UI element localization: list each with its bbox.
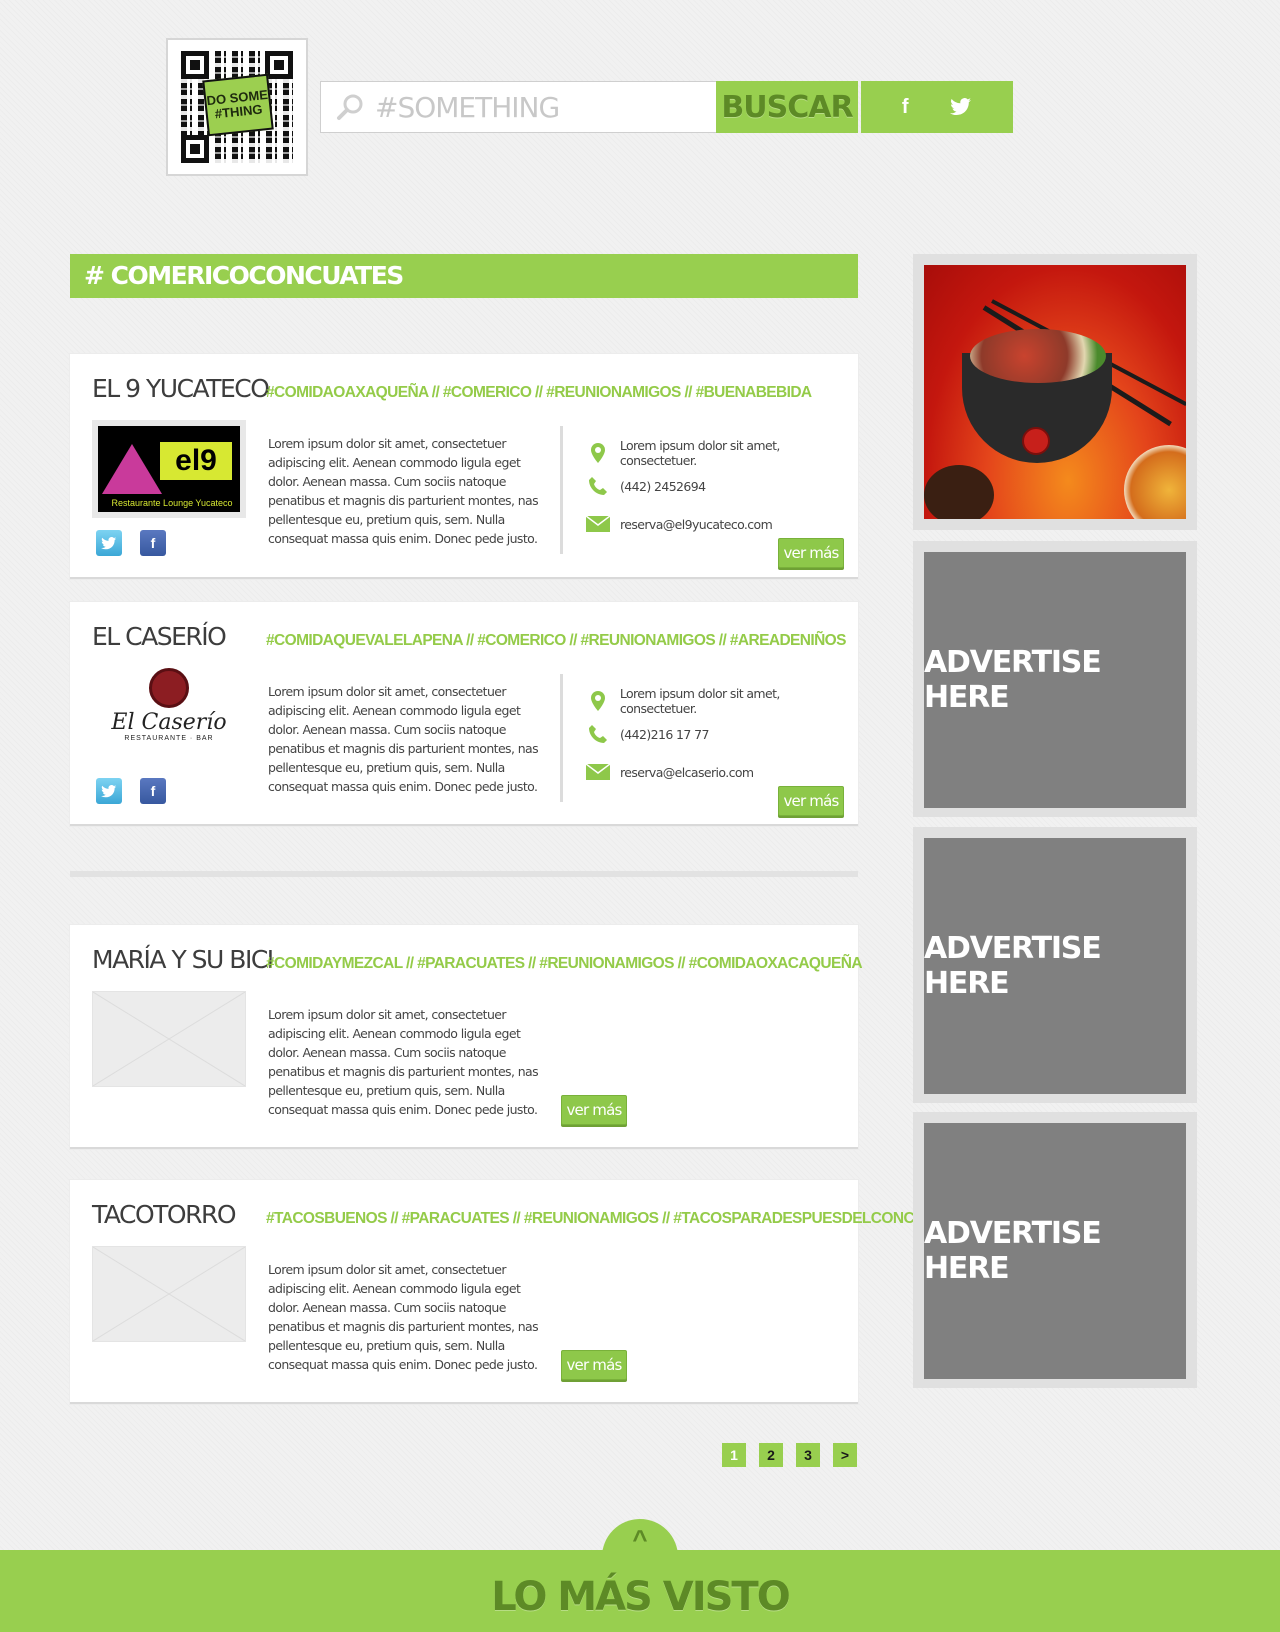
contact-email: reserva@elcaserio.com bbox=[586, 762, 754, 782]
restaurant-name[interactable]: EL CASERÍO bbox=[92, 622, 227, 651]
search-bar: BUSCAR f bbox=[320, 81, 1013, 133]
noodles-shape bbox=[970, 329, 1106, 383]
restaurant-card: MARÍA Y SU BICI #COMIDAYMEZCAL // #PARAC… bbox=[70, 925, 863, 1149]
featured-photo-box[interactable] bbox=[913, 254, 1197, 530]
logo-wordmark: el9 bbox=[160, 442, 232, 480]
pyramid-shape bbox=[102, 444, 162, 494]
chevron-up-icon[interactable]: ^ bbox=[626, 1526, 654, 1552]
header-social-links: f bbox=[861, 81, 1013, 133]
page-1-button[interactable]: 1 bbox=[722, 1443, 746, 1467]
logo-subtitle: RESTAURANTE · BAR bbox=[124, 735, 214, 742]
restaurant-logo[interactable]: El Caserío RESTAURANTE · BAR bbox=[92, 668, 246, 758]
logo-wordmark: El Caserío bbox=[111, 710, 227, 735]
featured-food-photo bbox=[924, 265, 1186, 519]
next-page-button[interactable]: > bbox=[833, 1443, 857, 1467]
ad-label: ADVERTISE HERE bbox=[924, 552, 1186, 808]
email-text[interactable]: reserva@elcaserio.com bbox=[620, 765, 754, 780]
facebook-icon[interactable]: f bbox=[140, 530, 166, 556]
restaurant-logo[interactable]: el9 Restaurante Lounge Yucateco bbox=[92, 420, 246, 518]
restaurant-card: EL 9 YUCATECO #COMIDAOAXAQUEÑA // #COMER… bbox=[70, 354, 858, 579]
restaurant-description: Lorem ipsum dolor sit amet, consectetuer… bbox=[268, 684, 539, 794]
qr-finder-pattern bbox=[265, 51, 293, 79]
facebook-icon[interactable]: f bbox=[902, 96, 909, 119]
email-text[interactable]: reserva@el9yucateco.com bbox=[620, 517, 773, 532]
wax-seal-icon bbox=[149, 668, 189, 708]
restaurant-name[interactable]: EL 9 YUCATECO bbox=[92, 374, 270, 403]
logo-subtitle: Restaurante Lounge Yucateco bbox=[111, 498, 233, 508]
search-button[interactable]: BUSCAR bbox=[716, 81, 858, 133]
twitter-icon[interactable] bbox=[96, 530, 122, 556]
qr-code-logo[interactable]: DO SOME #THING bbox=[166, 38, 308, 176]
restaurant-tags[interactable]: #COMIDAYMEZCAL // #PARACUATES // #REUNIO… bbox=[266, 955, 863, 973]
image-placeholder bbox=[92, 991, 246, 1087]
restaurant-name[interactable]: MARÍA Y SU BICI bbox=[92, 945, 274, 974]
restaurant-card: TACOTORRO #TACOSBUENOS // #PARACUATES //… bbox=[70, 1180, 959, 1404]
contact-email: reserva@el9yucateco.com bbox=[586, 514, 773, 534]
restaurant-description: Lorem ipsum dolor sit amet, consectetuer… bbox=[268, 1007, 539, 1117]
facebook-icon[interactable]: f bbox=[140, 778, 166, 804]
image-placeholder bbox=[92, 1246, 246, 1342]
restaurant-social-links: f bbox=[96, 778, 166, 804]
location-pin-icon bbox=[586, 443, 610, 463]
side-dish-shape bbox=[1124, 445, 1186, 519]
dessert-shape bbox=[924, 465, 994, 519]
el9-logo-image: el9 Restaurante Lounge Yucateco bbox=[98, 426, 240, 512]
location-pin-icon bbox=[586, 691, 610, 711]
restaurant-name[interactable]: TACOTORRO bbox=[92, 1200, 237, 1229]
phone-text[interactable]: (442)216 17 77 bbox=[620, 727, 709, 742]
twitter-icon[interactable] bbox=[950, 98, 972, 116]
ad-label: ADVERTISE HERE bbox=[924, 1123, 1186, 1379]
page-2-button[interactable]: 2 bbox=[759, 1443, 783, 1467]
card-divider bbox=[560, 426, 563, 554]
search-input[interactable] bbox=[375, 90, 695, 124]
restaurant-description: Lorem ipsum dolor sit amet, consectetuer… bbox=[268, 1262, 539, 1372]
ad-slot[interactable]: ADVERTISE HERE bbox=[913, 541, 1197, 817]
qr-finder-pattern bbox=[181, 51, 209, 79]
section-title: # COMERICOCONCUATES bbox=[70, 254, 858, 298]
contact-address: Lorem ipsum dolor sit amet, consectetuer… bbox=[586, 438, 858, 468]
mail-icon bbox=[586, 762, 610, 782]
phone-icon bbox=[586, 724, 610, 744]
restaurant-description: Lorem ipsum dolor sit amet, consectetuer… bbox=[268, 436, 539, 546]
see-more-button[interactable]: ver más bbox=[778, 538, 844, 568]
see-more-button[interactable]: ver más bbox=[561, 1095, 627, 1125]
page-3-button[interactable]: 3 bbox=[796, 1443, 820, 1467]
see-more-button[interactable]: ver más bbox=[778, 786, 844, 816]
restaurant-tags[interactable]: #COMIDAOAXAQUEÑA // #COMERICO // #REUNIO… bbox=[266, 384, 812, 402]
search-field[interactable] bbox=[320, 81, 716, 133]
bowl-emblem bbox=[1022, 427, 1050, 455]
address-text: Lorem ipsum dolor sit amet, consectetuer… bbox=[619, 686, 781, 716]
phone-text[interactable]: (442) 2452694 bbox=[620, 479, 706, 494]
ad-slot[interactable]: ADVERTISE HERE bbox=[913, 827, 1197, 1103]
restaurant-tags[interactable]: #COMIDAQUEVALELAPENA // #COMERICO // #RE… bbox=[266, 632, 846, 650]
twitter-icon[interactable] bbox=[96, 778, 122, 804]
mail-icon bbox=[586, 514, 610, 534]
brand-logo: DO SOME #THING bbox=[202, 73, 274, 137]
section-divider bbox=[70, 871, 858, 877]
restaurant-tags[interactable]: #TACOSBUENOS // #PARACUATES // #REUNIONA… bbox=[266, 1210, 959, 1228]
restaurant-social-links: f bbox=[96, 530, 166, 556]
ad-slot[interactable]: ADVERTISE HERE bbox=[913, 1112, 1197, 1388]
contact-phone: (442)216 17 77 bbox=[586, 724, 709, 744]
phone-icon bbox=[586, 476, 610, 496]
qr-finder-pattern bbox=[181, 135, 209, 163]
see-more-button[interactable]: ver más bbox=[561, 1350, 627, 1380]
ad-label: ADVERTISE HERE bbox=[924, 838, 1186, 1094]
restaurant-card: EL CASERÍO #COMIDAQUEVALELAPENA // #COME… bbox=[70, 602, 858, 826]
search-icon bbox=[337, 94, 363, 120]
address-text: Lorem ipsum dolor sit amet, consectetuer… bbox=[619, 438, 781, 468]
contact-address: Lorem ipsum dolor sit amet, consectetuer… bbox=[586, 686, 858, 716]
contact-phone: (442) 2452694 bbox=[586, 476, 706, 496]
pagination: 1 2 3 > bbox=[722, 1443, 857, 1467]
qr-code-image: DO SOME #THING bbox=[181, 51, 293, 163]
card-divider bbox=[560, 674, 563, 802]
footer-title: LO MÁS VISTO bbox=[491, 1574, 790, 1620]
